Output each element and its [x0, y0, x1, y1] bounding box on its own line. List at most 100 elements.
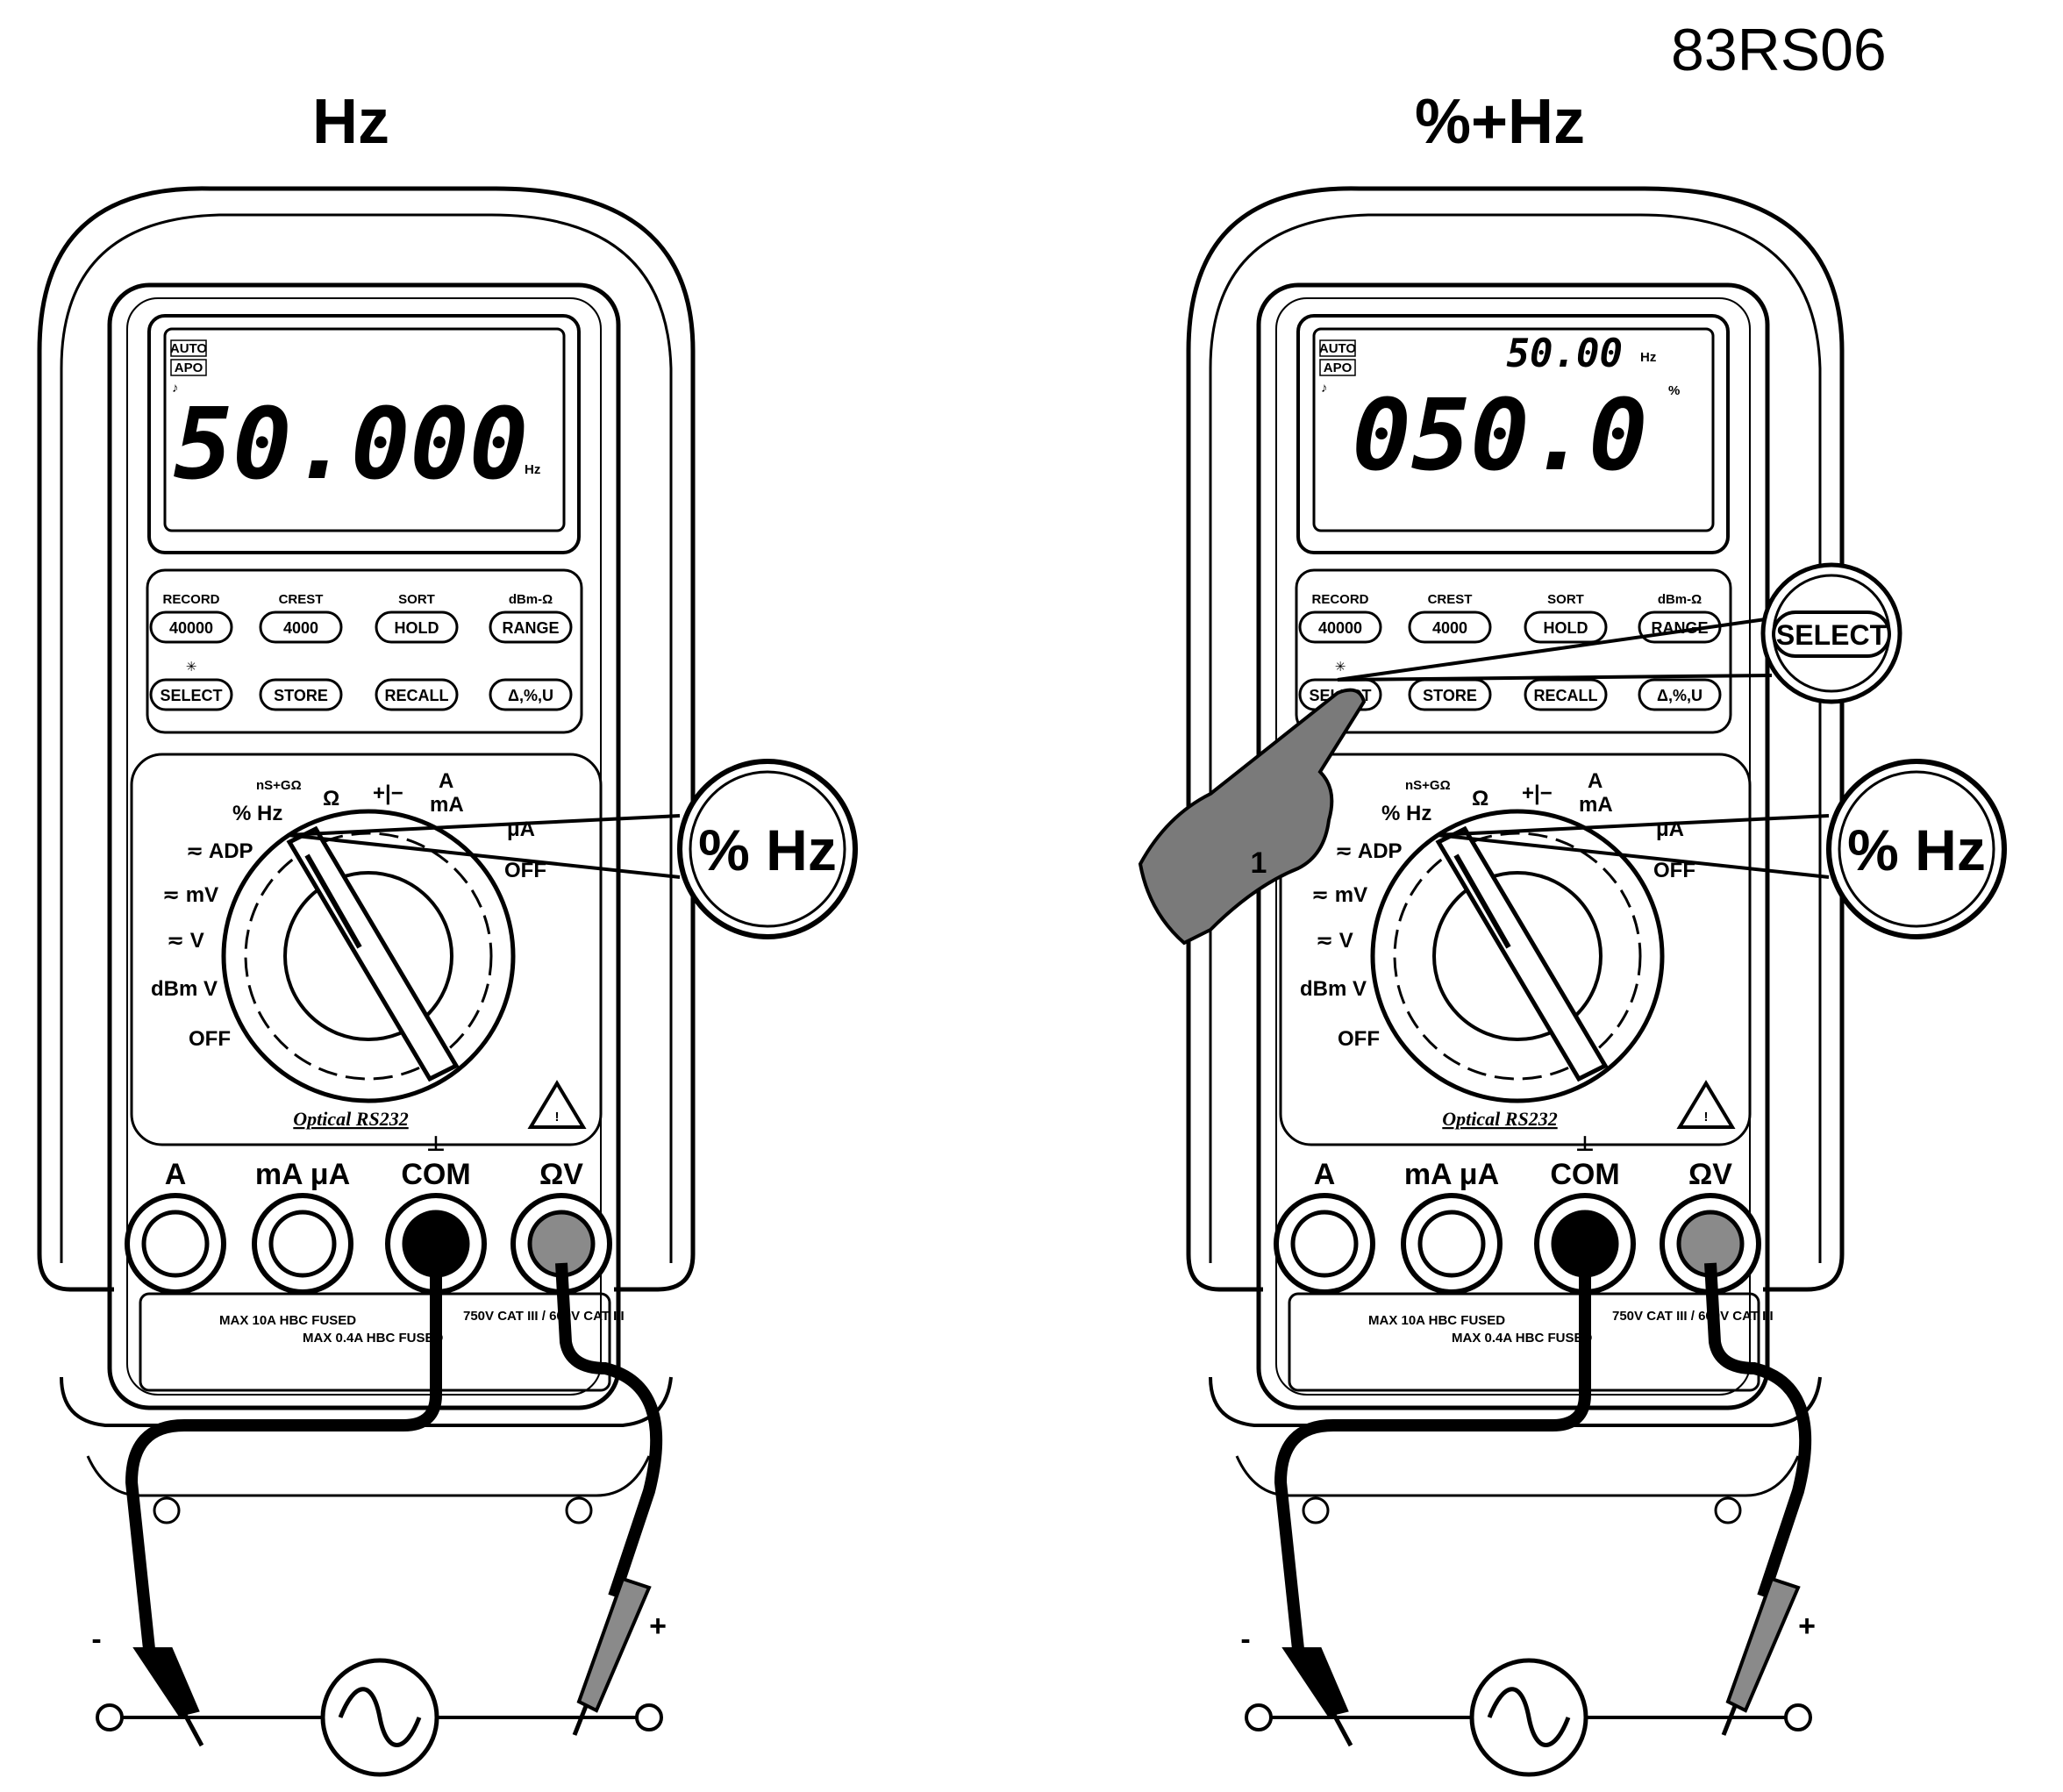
- key-label: Δ,%,U: [508, 687, 553, 704]
- lcd-main-reading: 50.000: [174, 388, 529, 502]
- select-callout-label: SELECT: [1776, 619, 1888, 651]
- polarity-minus: -: [91, 1623, 101, 1656]
- black-probe: [132, 1647, 200, 1717]
- lcd-main-reading: 050.0: [1352, 379, 1647, 493]
- ground-symbol: ⊥: [426, 1132, 446, 1156]
- dial-label-ohm: Ω: [323, 787, 339, 810]
- warning-icon-mark: !: [1704, 1110, 1709, 1124]
- callout-label: % Hz: [1847, 817, 1986, 882]
- panel-title: %+Hz: [1415, 87, 1585, 157]
- jack-label-0: A: [165, 1158, 187, 1191]
- dial-label-diode: +|−: [1522, 782, 1553, 805]
- jack-label-0: A: [1314, 1158, 1336, 1191]
- figure-id-label: 83RS06: [1671, 17, 1887, 83]
- lcd-sub-reading: 50.00: [1507, 332, 1623, 376]
- dial-label-mv: ≂ mV: [1311, 883, 1367, 907]
- button-caption: SORT: [1547, 592, 1584, 607]
- dial-label-ohm: Ω: [1472, 787, 1488, 810]
- holster-bottom: [1209, 1376, 1822, 1427]
- jack-label-2: COM: [1550, 1158, 1619, 1191]
- red-probe: [1725, 1576, 1801, 1713]
- holster-bottom: [60, 1376, 673, 1427]
- jack-note-v: 750V CAT III / 600V CAT III: [1612, 1309, 1774, 1324]
- input-jack-socket-0: [1290, 1210, 1359, 1278]
- callout-leader: [287, 814, 681, 837]
- dial-label-v: ≂ V: [167, 929, 204, 953]
- button-caption: dBm-Ω: [1658, 592, 1702, 607]
- key-label: 40000: [169, 619, 213, 637]
- jack-label-3: ΩV: [539, 1158, 583, 1191]
- jack-note-a: MAX 10A HBC FUSED: [219, 1313, 356, 1328]
- lcd-sub-unit: Hz: [1640, 350, 1656, 365]
- dial-label-ns: nS+GΩ: [256, 778, 302, 793]
- key-label: RANGE: [502, 619, 559, 637]
- jack-label-1: mA μA: [255, 1158, 350, 1191]
- terminal-left: [96, 1703, 124, 1731]
- dial-label-v: ≂ V: [1316, 929, 1353, 953]
- lcd-flag-auto: AUTO: [1319, 341, 1357, 356]
- multimeter-panel-2: %+Hz AUTO APO ♪ 50.00 Hz 050.0 % RECORD 40000 CRES…: [1138, 87, 2007, 1777]
- dial-label-mv: ≂ mV: [162, 883, 218, 907]
- dial-label-hz: % Hz: [1381, 802, 1431, 825]
- button-caption: RECORD: [162, 592, 219, 607]
- key-label: SELECT: [160, 687, 222, 704]
- jack-label-3: ΩV: [1688, 1158, 1732, 1191]
- lcd-main-unit: Hz: [525, 462, 540, 477]
- callout-label: % Hz: [698, 817, 837, 882]
- backlight-icon: ✳: [186, 660, 197, 675]
- black-probe: [1281, 1647, 1349, 1717]
- dial-label-dbm: dBm V: [1300, 977, 1367, 1001]
- callout-leader: [1436, 814, 1830, 837]
- warning-icon-mark: !: [555, 1110, 560, 1124]
- jack-note-ma: MAX 0.4A HBC FUSED: [303, 1331, 443, 1346]
- backlight-icon: ✳: [1335, 660, 1346, 675]
- red-probe-tip: [572, 1705, 589, 1736]
- lcd-flag-auto: AUTO: [170, 341, 208, 356]
- terminal-left: [1245, 1703, 1273, 1731]
- red-probe: [576, 1576, 652, 1713]
- key-label: RECALL: [1534, 687, 1598, 704]
- dial-label-ua: μA: [1656, 817, 1684, 841]
- lcd-flag-apo: APO: [175, 361, 203, 375]
- button-caption: CREST: [1428, 592, 1473, 607]
- ground-symbol: ⊥: [1575, 1132, 1595, 1156]
- holster-foot: [153, 1496, 181, 1524]
- button-caption: SORT: [398, 592, 435, 607]
- polarity-plus: +: [1798, 1610, 1816, 1643]
- dial-label-off-left: OFF: [1338, 1027, 1380, 1051]
- optical-rs232-label: Optical RS232: [1442, 1108, 1557, 1130]
- red-probe-tip: [1721, 1705, 1738, 1736]
- key-label: STORE: [1423, 687, 1477, 704]
- input-jack-socket-1: [1417, 1210, 1486, 1278]
- input-jack-socket-1: [268, 1210, 337, 1278]
- holster-foot: [1714, 1496, 1742, 1524]
- jack-note-v: 750V CAT III / 600V CAT III: [463, 1309, 625, 1324]
- multimeter-panel-1: HzAUTOAPO♪50.000HzRECORD40000CREST4000SO…: [37, 87, 858, 1777]
- terminal-right: [635, 1703, 663, 1731]
- dial-label-a: A: [439, 769, 453, 793]
- button-caption: dBm-Ω: [509, 592, 553, 607]
- dial-label-ns: nS+GΩ: [1405, 778, 1451, 793]
- button-caption: RECORD: [1311, 592, 1368, 607]
- lcd-main-suffix: %: [1668, 383, 1680, 398]
- polarity-plus: +: [649, 1610, 667, 1643]
- dial-label-off-left: OFF: [189, 1027, 231, 1051]
- key-label: HOLD: [395, 619, 439, 637]
- key-label: HOLD: [1544, 619, 1588, 637]
- holster-foot: [1302, 1496, 1330, 1524]
- dial-label-a: A: [1588, 769, 1603, 793]
- jack-note-ma: MAX 0.4A HBC FUSED: [1452, 1331, 1592, 1346]
- key-label: STORE: [274, 687, 328, 704]
- key-label: 40000: [1318, 619, 1362, 637]
- jack-note-a: MAX 10A HBC FUSED: [1368, 1313, 1505, 1328]
- polarity-minus: -: [1240, 1623, 1250, 1656]
- dial-label-hz: % Hz: [232, 802, 282, 825]
- holster-base: [1235, 1455, 1800, 1497]
- button-caption: CREST: [279, 592, 324, 607]
- key-label: 4000: [283, 619, 318, 637]
- key-label: RECALL: [385, 687, 449, 704]
- input-jack-socket-0: [141, 1210, 210, 1278]
- key-label: 4000: [1432, 619, 1467, 637]
- holster-foot: [565, 1496, 593, 1524]
- dial-label-ma: mA: [430, 793, 464, 817]
